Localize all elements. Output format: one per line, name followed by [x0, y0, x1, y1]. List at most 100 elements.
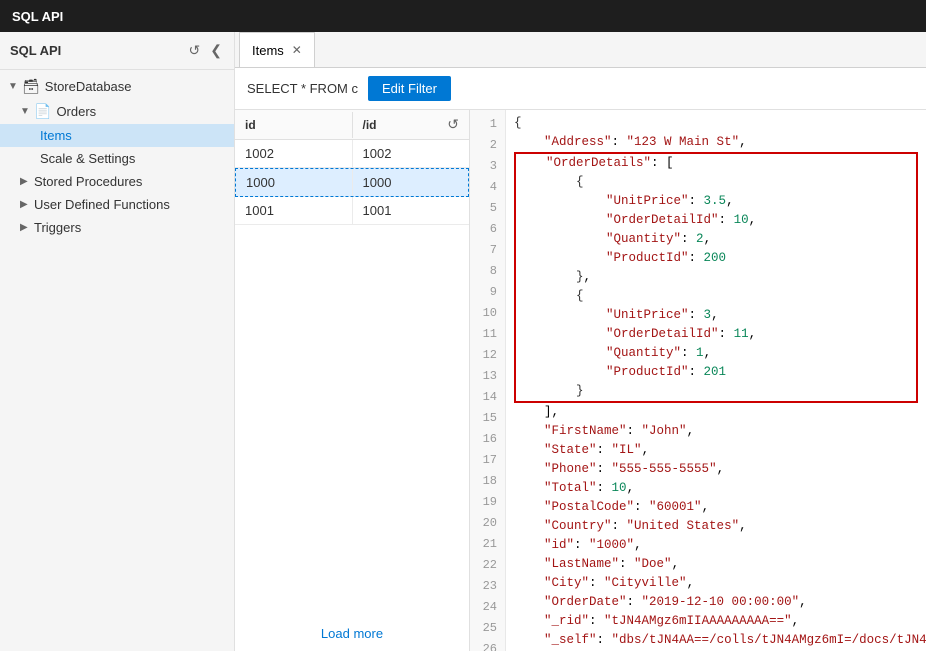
json-content: 1 2 3 4 5 6 7 8 9 10 11 12 13: [470, 110, 926, 651]
line-num: 18: [470, 471, 505, 492]
line-num: 21: [470, 534, 505, 555]
sidebar-item-scale-settings[interactable]: Scale & Settings: [0, 147, 234, 170]
sidebar-header-icons: ↺ ❮: [187, 40, 224, 61]
table-panel: id /id ↺ 1002 1002 1000 1000: [235, 110, 470, 651]
table-row[interactable]: 1001 1001: [235, 197, 469, 225]
col-header-id: id: [235, 112, 353, 138]
triggers-label: Triggers: [34, 220, 81, 235]
line-numbers: 1 2 3 4 5 6 7 8 9 10 11 12 13: [470, 110, 506, 651]
collapse-sidebar-button[interactable]: ❮: [208, 40, 224, 61]
json-line: {: [516, 287, 916, 306]
json-line: "Quantity": 1,: [516, 344, 916, 363]
json-code: { "Address": "123 W Main St", "OrderDeta…: [506, 110, 926, 651]
table-row[interactable]: 1002 1002: [235, 140, 469, 168]
sidebar-item-orders[interactable]: ▼ 📄 Orders: [0, 99, 234, 124]
sidebar-item-triggers[interactable]: ▶ Triggers: [0, 216, 234, 239]
sidebar-title: SQL API: [10, 43, 61, 58]
chevron-right-icon: ▶: [20, 222, 34, 233]
line-num: 26: [470, 639, 505, 651]
json-line: "OrderDetailId": 11,: [516, 325, 916, 344]
stored-procedures-label: Stored Procedures: [34, 174, 142, 189]
tab-items-label: Items: [252, 43, 284, 58]
tab-close-icon[interactable]: ✕: [292, 43, 302, 57]
table-row[interactable]: 1000 1000: [235, 168, 469, 197]
json-line: "PostalCode": "60001",: [514, 498, 918, 517]
json-line: {: [516, 173, 916, 192]
json-line: "LastName": "Doe",: [514, 555, 918, 574]
json-line: "_rid": "tJN4AMgz6mIIAAAAAAAAA==",: [514, 612, 918, 631]
line-num: 5: [470, 198, 505, 219]
tab-bar: Items ✕: [235, 32, 926, 68]
query-bar: SELECT * FROM c Edit Filter: [235, 68, 926, 110]
line-num: 6: [470, 219, 505, 240]
cell-slash-id: 1001: [353, 197, 470, 224]
json-line: },: [516, 268, 916, 287]
json-line: "Phone": "555-555-5555",: [514, 460, 918, 479]
tab-items[interactable]: Items ✕: [239, 32, 315, 67]
sidebar-header: SQL API ↺ ❮: [0, 32, 234, 70]
line-num: 8: [470, 261, 505, 282]
json-line: }: [516, 382, 916, 401]
main-layout: SQL API ↺ ❮ ▼ 🗃 StoreDatabase ▼ 📄 Order: [0, 32, 926, 651]
content-area: Items ✕ SELECT * FROM c Edit Filter id /…: [235, 32, 926, 651]
json-line: "FirstName": "John",: [514, 422, 918, 441]
line-num: 23: [470, 576, 505, 597]
line-num: 15: [470, 408, 505, 429]
json-line: "Quantity": 2,: [516, 230, 916, 249]
load-more-button[interactable]: Load more: [321, 626, 383, 641]
json-line: "ProductId": 200: [516, 249, 916, 268]
cell-id: 1000: [236, 169, 353, 196]
chevron-right-icon: ▶: [20, 176, 34, 187]
json-line: "id": "1000",: [514, 536, 918, 555]
sidebar-tree: ▼ 🗃 StoreDatabase ▼ 📄 Orders Items Scale…: [0, 70, 234, 243]
refresh-table-button[interactable]: ↺: [447, 116, 459, 133]
line-num: 19: [470, 492, 505, 513]
line-num: 3: [470, 156, 505, 177]
line-num: 2: [470, 135, 505, 156]
json-line: {: [514, 114, 918, 133]
sidebar-item-udf[interactable]: ▶ User Defined Functions: [0, 193, 234, 216]
container-icon: 📄: [34, 103, 51, 120]
line-num: 13: [470, 366, 505, 387]
json-line: "ProductId": 201: [516, 363, 916, 382]
edit-filter-button[interactable]: Edit Filter: [368, 76, 451, 101]
json-line: "State": "IL",: [514, 441, 918, 460]
json-line: "UnitPrice": 3,: [516, 306, 916, 325]
refresh-sidebar-button[interactable]: ↺: [187, 40, 203, 61]
line-num: 1: [470, 114, 505, 135]
line-num: 10: [470, 303, 505, 324]
table-header: id /id ↺: [235, 110, 469, 140]
line-num: 4: [470, 177, 505, 198]
line-num: 11: [470, 324, 505, 345]
chevron-right-icon: ▶: [20, 199, 34, 210]
sidebar-item-stored-procedures[interactable]: ▶ Stored Procedures: [0, 170, 234, 193]
line-num: 12: [470, 345, 505, 366]
app-container: SQL API SQL API ↺ ❮ ▼ 🗃 StoreDatabase: [0, 0, 926, 651]
line-num: 25: [470, 618, 505, 639]
line-num: 17: [470, 450, 505, 471]
udf-label: User Defined Functions: [34, 197, 170, 212]
cell-id: 1001: [235, 197, 353, 224]
line-num: 22: [470, 555, 505, 576]
title-bar: SQL API: [0, 0, 926, 32]
load-more-section: Load more: [235, 616, 469, 651]
json-line: "OrderDetailId": 10,: [516, 211, 916, 230]
cell-id: 1002: [235, 140, 353, 167]
json-line: "City": "Cityville",: [514, 574, 918, 593]
scale-settings-label: Scale & Settings: [40, 151, 135, 166]
json-line: "UnitPrice": 3.5,: [516, 192, 916, 211]
orders-label: Orders: [56, 104, 96, 119]
json-line: "Total": 10,: [514, 479, 918, 498]
line-num: 9: [470, 282, 505, 303]
cell-slash-id: 1000: [353, 169, 469, 196]
json-line: ],: [514, 403, 918, 422]
database-label: StoreDatabase: [45, 79, 132, 94]
sidebar-item-storedatabase[interactable]: ▼ 🗃 StoreDatabase: [0, 74, 234, 99]
json-line: "OrderDate": "2019-12-10 00:00:00",: [514, 593, 918, 612]
split-content: id /id ↺ 1002 1002 1000 1000: [235, 110, 926, 651]
json-line: "OrderDetails": [: [516, 154, 916, 173]
chevron-down-icon: ▼: [20, 106, 34, 117]
sidebar-item-items[interactable]: Items: [0, 124, 234, 147]
json-panel[interactable]: 1 2 3 4 5 6 7 8 9 10 11 12 13: [470, 110, 926, 651]
database-icon: 🗃: [22, 78, 40, 95]
